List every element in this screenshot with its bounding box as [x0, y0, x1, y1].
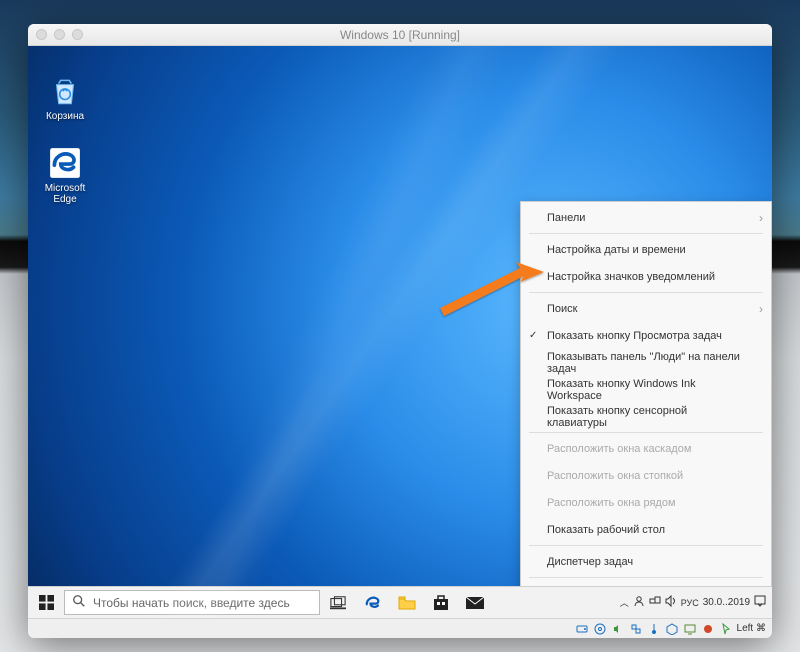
menu-item-sidebyside: Расположить окна рядом	[521, 489, 771, 516]
chevron-right-icon: ›	[759, 302, 763, 316]
menu-item-stack: Расположить окна стопкой	[521, 462, 771, 489]
gear-icon	[527, 613, 540, 619]
menu-separator	[529, 432, 763, 433]
search-icon	[65, 594, 93, 611]
vm-net-icon[interactable]	[629, 622, 643, 636]
window-controls	[36, 29, 83, 40]
guest-desktop[interactable]: Корзина Microsoft Edge Панели › Настройк…	[28, 46, 772, 618]
search-placeholder: Чтобы начать поиск, введите здесь	[93, 596, 290, 610]
recycle-bin-desktop-icon[interactable]: Корзина	[34, 74, 96, 122]
folder-icon	[398, 595, 416, 611]
store-icon	[432, 594, 450, 612]
tray-people-icon[interactable]	[633, 595, 645, 610]
menu-item-notification-icons[interactable]: Настройка значков уведомлений	[521, 263, 771, 290]
menu-item-taskbar-settings[interactable]: Параметры панели задач	[521, 607, 771, 618]
menu-separator	[529, 577, 763, 578]
recycle-bin-label: Корзина	[46, 111, 84, 122]
pinned-apps	[356, 587, 492, 618]
zoom-window-button[interactable]	[72, 29, 83, 40]
taskbar-app-edge[interactable]	[356, 587, 390, 618]
tray-volume-icon[interactable]	[665, 595, 677, 610]
edge-icon	[48, 146, 82, 180]
menu-separator	[529, 292, 763, 293]
close-window-button[interactable]	[36, 29, 47, 40]
menu-item-search[interactable]: Поиск ›	[521, 295, 771, 322]
system-tray: ︿ РУС 30.0..2019	[620, 587, 772, 618]
windows-icon	[39, 595, 54, 610]
vm-cd-icon[interactable]	[593, 622, 607, 636]
recycle-bin-icon	[48, 74, 82, 108]
tray-date[interactable]: 30.0..2019	[703, 598, 750, 608]
vm-window: Windows 10 [Running] Корзина	[28, 24, 772, 638]
vm-titlebar: Windows 10 [Running]	[28, 24, 772, 46]
vm-status-bar: Left ⌘	[28, 618, 772, 638]
vm-record-icon[interactable]	[701, 622, 715, 636]
menu-item-show-keyboard[interactable]: Показать кнопку сенсорной клавиатуры	[521, 403, 771, 430]
taskbar: Чтобы начать поиск, введите здесь	[28, 586, 772, 618]
tray-network-icon[interactable]	[649, 595, 661, 610]
menu-item-date-settings[interactable]: Настройка даты и времени	[521, 236, 771, 263]
menu-item-task-manager[interactable]: Диспетчер задач	[521, 548, 771, 575]
edge-label: Microsoft Edge	[34, 183, 96, 205]
vm-title: Windows 10 [Running]	[28, 28, 772, 42]
annotation-arrow	[434, 258, 554, 328]
task-view-button[interactable]	[320, 587, 356, 618]
menu-item-show-ink[interactable]: Показать кнопку Windows Ink Workspace	[521, 376, 771, 403]
vm-audio-icon[interactable]	[611, 622, 625, 636]
vm-host-key: Left ⌘	[737, 623, 766, 634]
check-icon: ✓	[529, 588, 537, 599]
check-icon: ✓	[529, 330, 537, 341]
edge-icon	[363, 593, 383, 613]
taskview-icon	[330, 596, 346, 610]
minimize-window-button[interactable]	[54, 29, 65, 40]
menu-item-show-taskview[interactable]: ✓ Показать кнопку Просмотра задач	[521, 322, 771, 349]
taskbar-app-store[interactable]	[424, 587, 458, 618]
edge-desktop-icon[interactable]: Microsoft Edge	[34, 146, 96, 205]
menu-item-panels[interactable]: Панели ›	[521, 204, 771, 231]
menu-separator	[529, 545, 763, 546]
tray-action-center-icon[interactable]	[754, 595, 766, 610]
vm-display-icon[interactable]	[683, 622, 697, 636]
vm-usb-icon[interactable]	[647, 622, 661, 636]
menu-separator	[529, 233, 763, 234]
taskbar-search[interactable]: Чтобы начать поиск, введите здесь	[64, 590, 320, 615]
taskbar-app-mail[interactable]	[458, 587, 492, 618]
tray-chevron-icon[interactable]: ︿	[620, 596, 629, 609]
taskbar-context-menu: Панели › Настройка даты и времени Настро…	[520, 201, 772, 618]
menu-item-show-desktop[interactable]: Показать рабочий стол	[521, 516, 771, 543]
menu-item-show-people[interactable]: Показывать панель "Люди" на панели задач	[521, 349, 771, 376]
vm-shared-icon[interactable]	[665, 622, 679, 636]
chevron-right-icon: ›	[759, 211, 763, 225]
mail-icon	[466, 596, 484, 610]
taskbar-app-explorer[interactable]	[390, 587, 424, 618]
vm-mouse-icon[interactable]	[719, 622, 733, 636]
menu-item-lock-taskbar[interactable]: ✓ Закрепить панель задач	[521, 580, 771, 607]
tray-language[interactable]: РУС	[681, 598, 699, 608]
menu-item-cascade: Расположить окна каскадом	[521, 435, 771, 462]
vm-hd-icon[interactable]	[575, 622, 589, 636]
start-button[interactable]	[28, 587, 64, 618]
